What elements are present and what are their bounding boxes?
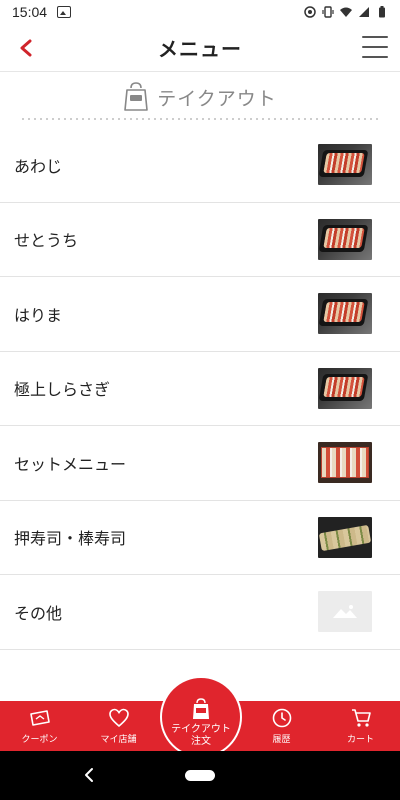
takeout-order-button[interactable]: テイクアウト 注文 <box>160 676 242 758</box>
chevron-left-icon <box>20 39 32 57</box>
status-icons <box>304 6 388 18</box>
sushi-roll-thumbnail <box>318 516 372 558</box>
app-header: メニュー <box>0 24 400 72</box>
wifi-icon <box>340 7 352 17</box>
menu-item-oshizushi[interactable]: 押寿司・棒寿司 <box>0 501 400 575</box>
nav-history[interactable]: 履歴 <box>242 701 321 751</box>
sushi-box-thumbnail <box>318 442 372 484</box>
takeout-bag-icon <box>193 698 209 719</box>
menu-item-setouchi[interactable]: せとうち <box>0 203 400 277</box>
battery-icon <box>379 6 385 18</box>
vibrate-icon <box>322 6 334 18</box>
image-placeholder-icon <box>333 604 357 618</box>
image-notification-icon <box>57 6 72 18</box>
menu-item-label: セットメニュー <box>14 454 127 474</box>
coupon-icon <box>29 710 50 726</box>
system-back-icon[interactable] <box>80 765 100 785</box>
nav-cart[interactable]: カート <box>321 701 400 751</box>
hamburger-line-icon <box>362 36 388 38</box>
takeout-bag-icon <box>124 82 148 111</box>
sushi-platter-thumbnail <box>318 218 372 260</box>
nav-history-label: 履歴 <box>272 735 291 745</box>
hamburger-line-icon <box>362 56 388 58</box>
clock-icon <box>272 708 291 728</box>
back-button[interactable] <box>12 34 40 62</box>
menu-item-label: 極上しらさぎ <box>14 380 111 400</box>
menu-item-label: はりま <box>14 305 63 325</box>
no-image-placeholder <box>318 591 372 633</box>
nav-my-store-label: マイ店舗 <box>100 735 137 745</box>
menu-list: あわじ せとうち はりま 極上しらさぎ セットメニュー 押寿司・棒寿司 その他 <box>0 128 400 650</box>
cart-icon <box>351 709 371 727</box>
takeout-order-label-line1: テイクアウト <box>171 724 231 735</box>
hamburger-line-icon <box>362 46 388 48</box>
status-time: 15:04 <box>12 4 48 20</box>
nav-coupon[interactable]: クーポン <box>0 701 79 751</box>
dotted-divider <box>20 118 380 120</box>
menu-item-label: その他 <box>14 603 63 623</box>
signal-dot-icon <box>304 6 316 18</box>
menu-item-gokujo-shirasagi[interactable]: 極上しらさぎ <box>0 352 400 426</box>
section-heading: テイクアウト <box>0 72 400 122</box>
menu-item-set-menu[interactable]: セットメニュー <box>0 426 400 501</box>
menu-item-awaji[interactable]: あわじ <box>0 128 400 203</box>
nav-cart-label: カート <box>346 735 374 745</box>
sushi-platter-thumbnail <box>318 367 372 409</box>
sushi-platter-thumbnail <box>318 293 372 335</box>
menu-item-label: せとうち <box>14 231 79 251</box>
system-nav-bar <box>0 751 400 800</box>
sushi-platter-thumbnail <box>318 144 372 186</box>
menu-item-other[interactable]: その他 <box>0 575 400 650</box>
hamburger-menu-button[interactable] <box>362 36 388 58</box>
status-bar: 15:04 <box>0 0 400 24</box>
menu-item-label: 押寿司・棒寿司 <box>14 529 127 549</box>
system-home-button[interactable] <box>185 770 215 781</box>
page-title: メニュー <box>158 37 242 61</box>
section-title: テイクアウト <box>157 87 277 110</box>
nav-my-store[interactable]: マイ店舗 <box>79 701 158 751</box>
menu-item-label: あわじ <box>14 156 63 176</box>
heart-icon <box>108 708 129 728</box>
nav-coupon-label: クーポン <box>21 735 58 745</box>
menu-item-harima[interactable]: はりま <box>0 277 400 352</box>
takeout-order-label-line2: 注文 <box>191 736 211 747</box>
cell-signal-icon <box>359 7 369 17</box>
